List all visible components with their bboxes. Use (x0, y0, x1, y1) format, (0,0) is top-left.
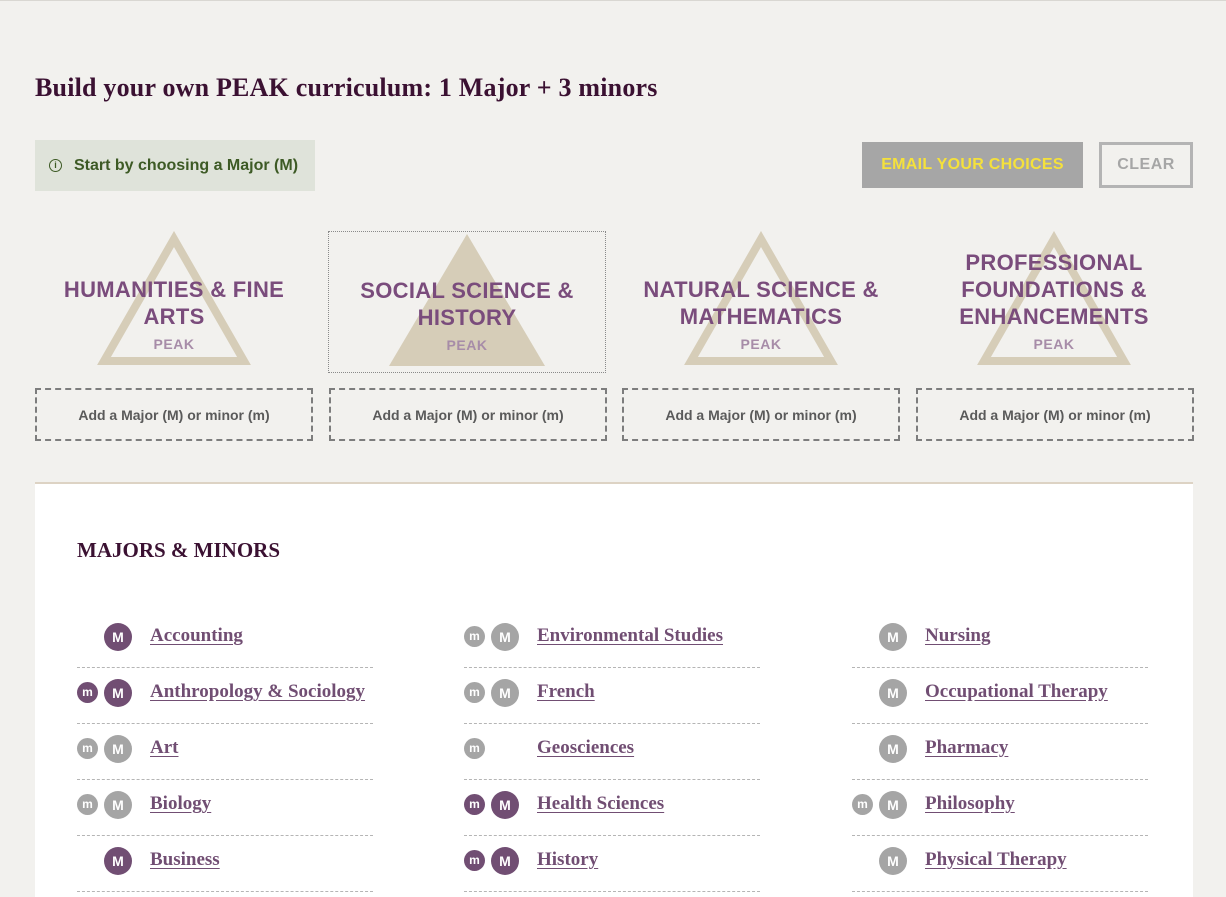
category-peak-label: PEAK (1033, 336, 1075, 352)
minor-badge[interactable]: m (77, 738, 98, 759)
majors-minors-panel: MAJORS & MINORS M Accounting m M Anthropolog… (35, 482, 1193, 897)
program-link[interactable]: Physical Therapy (925, 849, 1067, 871)
program-row: m M History (464, 836, 760, 892)
add-slot-humanities[interactable]: Add a Major (M) or minor (m) (35, 388, 313, 441)
program-row: M Accounting (77, 612, 373, 668)
program-column-1: M Accounting m M Anthropology & Sociology m M A… (77, 612, 373, 892)
major-badge[interactable]: M (104, 847, 132, 875)
program-row: M Occupational Therapy (852, 668, 1148, 724)
program-row: m Geosciences (464, 724, 760, 780)
major-badge[interactable]: M (879, 623, 907, 651)
add-slot-professional[interactable]: Add a Major (M) or minor (m) (916, 388, 1194, 441)
minor-badge[interactable]: m (464, 682, 485, 703)
category-peak-label: PEAK (153, 336, 195, 352)
program-row: M Pharmacy (852, 724, 1148, 780)
major-badge[interactable]: M (104, 791, 132, 819)
program-row: m M Anthropology & Sociology (77, 668, 373, 724)
program-link[interactable]: Geosciences (537, 737, 634, 759)
minor-badge[interactable]: m (464, 850, 485, 871)
program-row: m M Environmental Studies (464, 612, 760, 668)
program-row: m M Health Sciences (464, 780, 760, 836)
major-badge[interactable]: M (491, 623, 519, 651)
program-row: M Nursing (852, 612, 1148, 668)
category-peak-label: PEAK (740, 336, 782, 352)
category-professional[interactable]: PROFESSIONAL FOUNDATIONS & ENHANCEMENTS … (915, 231, 1193, 373)
category-social-science[interactable]: SOCIAL SCIENCE & HISTORY PEAK (328, 231, 606, 373)
clear-button[interactable]: CLEAR (1099, 142, 1193, 188)
category-name: NATURAL SCIENCE & MATHEMATICS (643, 277, 879, 329)
email-choices-button[interactable]: EMAIL YOUR CHOICES (862, 142, 1083, 188)
minor-badge[interactable]: m (464, 626, 485, 647)
category-natural-science[interactable]: NATURAL SCIENCE & MATHEMATICS PEAK (622, 231, 900, 373)
program-link[interactable]: Biology (150, 793, 211, 815)
program-link[interactable]: Environmental Studies (537, 625, 723, 647)
category-name: PROFESSIONAL FOUNDATIONS & ENHANCEMENTS (959, 250, 1149, 329)
info-icon: i (49, 159, 62, 172)
minor-badge[interactable]: m (852, 794, 873, 815)
category-humanities[interactable]: HUMANITIES & FINE ARTS PEAK (35, 231, 313, 373)
program-link[interactable]: Art (150, 737, 178, 759)
category-name: HUMANITIES & FINE ARTS (63, 277, 285, 329)
program-column-2: m M Environmental Studies m M French m Geoscien… (464, 612, 760, 892)
program-row: m M Philosophy (852, 780, 1148, 836)
program-row: m M French (464, 668, 760, 724)
add-slot-social-science[interactable]: Add a Major (M) or minor (m) (329, 388, 607, 441)
program-row: m M Art (77, 724, 373, 780)
info-text: Start by choosing a Major (M) (74, 156, 299, 174)
program-row: m M Biology (77, 780, 373, 836)
major-badge[interactable]: M (879, 679, 907, 707)
minor-badge[interactable]: m (464, 794, 485, 815)
major-badge[interactable]: M (879, 847, 907, 875)
program-link[interactable]: Occupational Therapy (925, 681, 1108, 703)
major-badge[interactable]: M (491, 847, 519, 875)
program-column-3: M Nursing M Occupational Therapy M Pharmacy m M… (852, 612, 1148, 892)
major-badge[interactable]: M (104, 679, 132, 707)
minor-badge[interactable]: m (464, 738, 485, 759)
info-banner: i Start by choosing a Major (M) (35, 140, 315, 191)
major-badge[interactable]: M (491, 791, 519, 819)
major-badge[interactable]: M (879, 791, 907, 819)
program-link[interactable]: Nursing (925, 625, 990, 647)
program-link[interactable]: Accounting (150, 625, 243, 647)
minor-badge[interactable]: m (77, 682, 98, 703)
program-row: M Business (77, 836, 373, 892)
program-link[interactable]: History (537, 849, 598, 871)
major-badge[interactable]: M (879, 735, 907, 763)
major-badge[interactable]: M (104, 623, 132, 651)
program-row: M Physical Therapy (852, 836, 1148, 892)
program-link[interactable]: French (537, 681, 595, 703)
panel-title: MAJORS & MINORS (77, 538, 280, 562)
page-title: Build your own PEAK curriculum: 1 Major … (35, 73, 658, 102)
add-slot-natural-science[interactable]: Add a Major (M) or minor (m) (622, 388, 900, 441)
minor-badge[interactable]: m (77, 794, 98, 815)
program-link[interactable]: Anthropology & Sociology (150, 681, 365, 703)
category-peak-label: PEAK (446, 337, 488, 353)
program-link[interactable]: Philosophy (925, 793, 1015, 815)
major-badge[interactable]: M (104, 735, 132, 763)
program-link[interactable]: Pharmacy (925, 737, 1008, 759)
category-name: SOCIAL SCIENCE & HISTORY (360, 278, 574, 330)
program-link[interactable]: Business (150, 849, 220, 871)
program-link[interactable]: Health Sciences (537, 793, 664, 815)
major-badge[interactable]: M (491, 679, 519, 707)
